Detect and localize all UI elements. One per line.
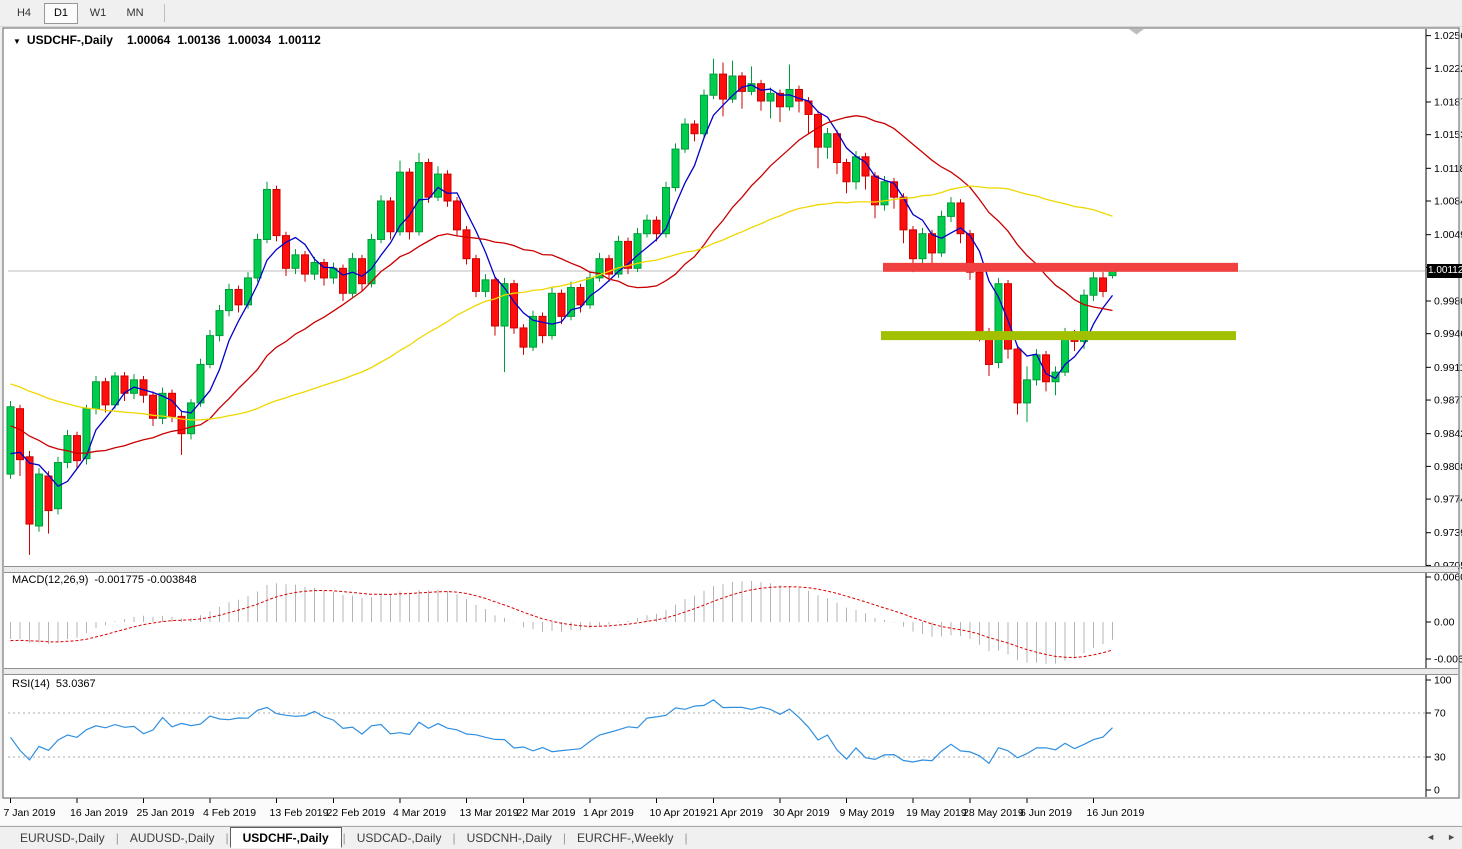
chart-tab-bar: EURUSD-,Daily|AUDUSD-,Daily|USDCHF-,Dail… — [0, 826, 1462, 849]
tab-scroll-right-icon[interactable]: ► — [1447, 832, 1456, 842]
ohlc-low-value: 1.00034 — [228, 33, 271, 47]
rsi-value: 53.0367 — [56, 678, 96, 690]
timeframe-toolbar: H4D1W1MN — [0, 0, 1462, 27]
chart-title: ▼ USDCHF-,Daily 1.00064 1.00136 1.00034 … — [13, 33, 328, 47]
toolbar-separator — [164, 4, 165, 22]
tab-usdcnh[interactable]: USDCNH-,Daily — [457, 829, 562, 847]
timeframe-button-d1[interactable]: D1 — [44, 3, 78, 24]
panel-splitter-macd[interactable] — [4, 566, 1458, 573]
macd-values: -0.001775 -0.003848 — [94, 574, 196, 586]
symbol-dropdown-icon[interactable]: ▼ — [13, 37, 21, 46]
ohlc-close-value: 1.00112 — [278, 33, 321, 47]
macd-name: MACD(12,26,9) — [12, 574, 88, 586]
ohlc-open-value: 1.00064 — [127, 33, 170, 47]
rsi-indicator-label: RSI(14) 53.0367 — [12, 678, 96, 690]
macd-indicator-label: MACD(12,26,9) -0.001775 -0.003848 — [12, 574, 197, 586]
tab-usdcad[interactable]: USDCAD-,Daily — [347, 829, 452, 847]
tab-scroll-arrows: ◄► — [1414, 832, 1456, 842]
date-axis-strip[interactable] — [0, 799, 1462, 825]
panel-splitter-rsi[interactable] — [4, 668, 1458, 675]
tab-eurusd[interactable]: EURUSD-,Daily — [10, 829, 115, 847]
tab-audusd[interactable]: AUDUSD-,Daily — [120, 829, 225, 847]
tab-eurchf[interactable]: EURCHF-,Weekly — [567, 829, 683, 847]
timeframe-button-h4[interactable]: H4 — [7, 3, 41, 24]
tab-separator: | — [684, 831, 689, 845]
chart-canvas[interactable] — [3, 28, 1459, 798]
timeframe-button-mn[interactable]: MN — [118, 3, 152, 24]
chart-symbol-label: USDCHF-,Daily — [27, 33, 113, 47]
timeframe-button-w1[interactable]: W1 — [81, 3, 115, 24]
ohlc-high-value: 1.00136 — [177, 33, 220, 47]
price-axis[interactable] — [1427, 28, 1462, 798]
rsi-name: RSI(14) — [12, 678, 50, 690]
tab-scroll-left-icon[interactable]: ◄ — [1426, 832, 1435, 842]
tab-usdchf[interactable]: USDCHF-,Daily — [230, 827, 342, 848]
